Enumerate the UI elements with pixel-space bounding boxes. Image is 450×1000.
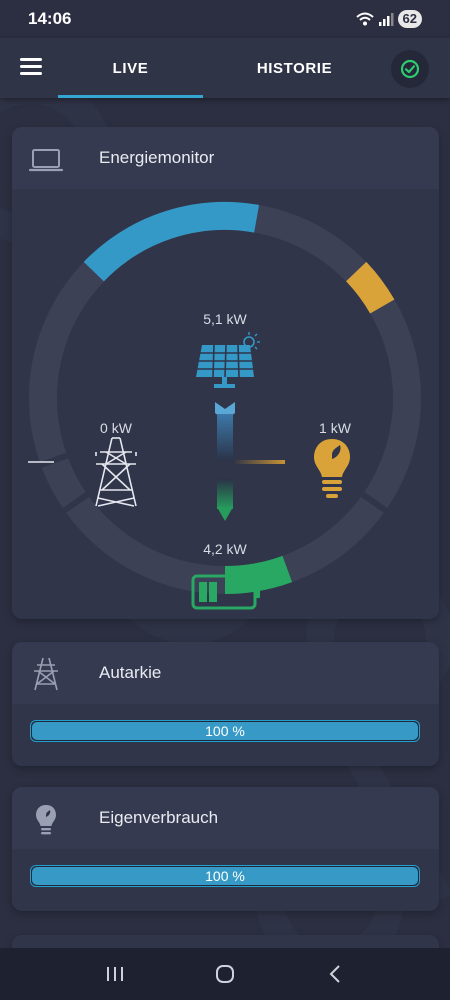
back-icon — [329, 965, 340, 983]
eigenverbrauch-card: Eigenverbrauch 100 % — [12, 787, 439, 911]
energy-monitor-title: Energiemonitor — [99, 148, 215, 167]
active-tab-indicator — [58, 95, 203, 98]
autarkie-progress-label: 100 % — [205, 723, 245, 739]
system-nav-bar — [0, 948, 450, 1000]
wifi-icon — [355, 12, 374, 26]
tab-historie[interactable]: HISTORIE — [222, 38, 367, 98]
home-icon — [216, 965, 234, 983]
eigenverbrauch-header: Eigenverbrauch — [12, 787, 439, 849]
laptop-icon — [28, 149, 64, 172]
recent-apps-button[interactable] — [95, 954, 135, 994]
signal-icon — [378, 13, 394, 26]
autarkie-card: Autarkie 100 % — [12, 642, 439, 766]
consumption-value: 1 kW — [319, 420, 351, 436]
battery-flow-arrow — [217, 507, 233, 521]
solar-arc — [83, 202, 260, 282]
solar-value: 5,1 kW — [203, 311, 247, 327]
autarkie-title: Autarkie — [99, 663, 162, 682]
tab-live[interactable]: LIVE — [58, 38, 203, 98]
eigenverbrauch-progress-bar: 100 % — [30, 865, 420, 887]
tab-historie-label: HISTORIE — [256, 59, 333, 77]
battery-value: 4,2 kW — [203, 541, 247, 557]
check-circle-icon — [400, 59, 420, 79]
back-button[interactable] — [315, 954, 355, 994]
solar-flow-stem — [217, 414, 233, 461]
battery-level: 62 — [397, 10, 422, 28]
app-bar: LIVE HISTORIE — [0, 38, 450, 98]
menu-icon[interactable] — [20, 58, 42, 76]
status-icons: 62 — [355, 10, 422, 28]
status-bar: 14:06 62 — [0, 0, 450, 38]
energy-monitor-card: Energiemonitor 5,1 kW 0 kW 1 kW 4,2 kW — [12, 127, 439, 619]
eigenverbrauch-progress-label: 100 % — [205, 868, 245, 884]
autarkie-progress-bar: 100 % — [30, 720, 420, 742]
grid-value: 0 kW — [100, 420, 132, 436]
energy-monitor-header: Energiemonitor — [12, 127, 439, 189]
connection-status-button[interactable] — [391, 50, 429, 88]
tab-live-label: LIVE — [112, 59, 149, 77]
consumption-flow-line — [232, 460, 285, 464]
recent-apps-icon — [107, 967, 123, 981]
home-button[interactable] — [205, 954, 245, 994]
power-pylon-icon — [34, 657, 58, 691]
status-time: 14:06 — [28, 9, 72, 28]
eigenverbrauch-title: Eigenverbrauch — [99, 808, 219, 827]
autarkie-header: Autarkie — [12, 642, 439, 704]
battery-flow-stem — [217, 479, 233, 509]
lightbulb-icon — [314, 439, 350, 498]
lightbulb-icon — [36, 805, 56, 835]
energy-flow-diagram: 5,1 kW 0 kW 1 kW 4,2 kW — [12, 189, 439, 619]
